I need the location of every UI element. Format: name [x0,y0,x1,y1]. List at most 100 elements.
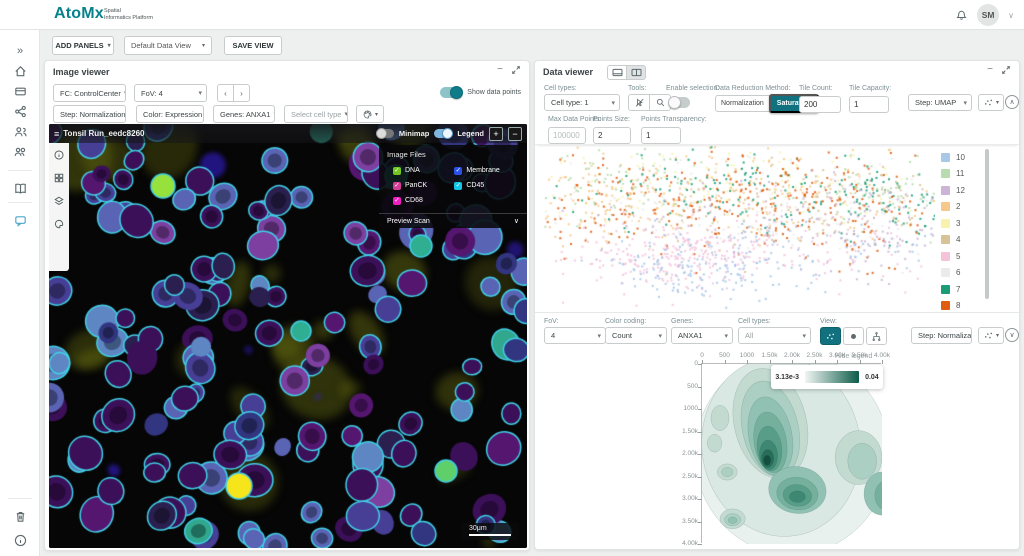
sidebar-item-home[interactable] [12,63,28,79]
palette-icon[interactable] [53,218,65,230]
sidebar-item-users[interactable] [12,123,28,139]
step-umap-select[interactable]: Step: UMAP ▾ [908,94,972,111]
data-view-select[interactable]: Default Data View ▾ [124,36,212,55]
scatter-points-canvas[interactable] [543,145,935,311]
fov-select[interactable]: FoV: 4 ▾ [134,84,207,102]
channel-label: Membrane [466,167,500,174]
sidebar-item-trash[interactable] [12,508,28,524]
tools-label: Tools: [628,85,647,92]
preview-scan-row[interactable]: Preview Scan ∨ [379,213,527,228]
legend-toggle[interactable] [434,128,454,139]
zoom-out-button[interactable]: − [508,126,522,141]
tile-capacity-input[interactable] [849,96,889,113]
sidebar-item-panels[interactable] [12,83,28,99]
density-view-button[interactable] [866,327,887,345]
channel-item[interactable]: ✓ PanCK [393,179,446,192]
plot-type-dropdown-button[interactable]: ▾ [978,94,1004,111]
split-view-toggle-button[interactable] [626,64,647,80]
data-viewer-controls: Cell types: Cell type: 1 ▾ Tools: Enable … [535,83,1019,145]
caret-down-icon: ▾ [124,89,125,97]
data-viewer-title: Data viewer [543,67,594,77]
legend-item[interactable]: 10 [941,149,965,166]
legend-item[interactable]: 6 [941,265,965,282]
sidebar-divider [8,202,32,203]
channel-item[interactable]: ✓ CD45 [454,179,519,192]
enable-selection-label: Enable selection: [666,85,720,92]
color-coding-select[interactable]: Count ▾ [605,327,667,344]
enable-selection-toggle[interactable] [668,96,690,109]
legend-item[interactable]: 8 [941,298,965,312]
genes-select[interactable]: Genes: ANXA1▾ [213,105,275,123]
step-select[interactable]: Step: Normalization▾ [53,105,126,123]
microscopy-image-canvas[interactable]: ≡ Tonsil Run_eedc8260 Minimap Legend + − [49,124,527,548]
show-data-points-toggle[interactable] [440,86,464,99]
channel-checkbox[interactable]: ✓ [393,166,401,175]
sidebar-expand-icon[interactable]: » [12,43,28,59]
next-fov-button[interactable]: › [233,84,250,102]
channel-checkbox[interactable]: ✓ [454,166,463,175]
legend-item[interactable]: 11 [941,166,965,183]
fc-select[interactable]: FC: ControlCenter▾ [53,84,126,102]
channel-item[interactable]: ✓ DNA [393,164,446,177]
expand-section-button[interactable]: ∨ [1005,328,1019,342]
canvas-drawer-icon[interactable]: ≡ [54,129,59,139]
legend-item[interactable]: 2 [941,199,965,216]
sidebar-item-feedback-chat[interactable] [12,212,28,228]
channel-checkbox[interactable]: ✓ [454,181,463,190]
channel-item[interactable]: ✓ Membrane [454,164,519,177]
max-data-points-input[interactable] [548,127,586,144]
collapse-controls-button[interactable]: ∧ [1005,95,1019,109]
expand-panel-icon[interactable] [511,65,521,75]
legend-item[interactable]: 5 [941,248,965,265]
info-icon[interactable] [53,149,65,161]
step-bottom-select[interactable]: Step: Normalizatio...▾ [911,327,972,344]
tile-count-input[interactable] [799,96,841,113]
plot-type-dropdown-button[interactable]: ▾ [978,327,1004,344]
add-panels-button[interactable]: ADD PANELS ▾ [52,36,114,55]
legend-label: 7 [956,284,961,294]
expand-panel-icon[interactable] [1001,65,1011,75]
minimize-panel-icon[interactable]: − [497,65,503,75]
sidebar-item-user-groups[interactable] [12,143,28,159]
channel-checkbox[interactable]: ✓ [393,181,401,190]
legend-scrollbar[interactable] [985,149,989,299]
minimize-panel-icon[interactable]: − [987,65,993,75]
channel-item[interactable]: ✓ CD68 [393,194,446,207]
points-size-input[interactable] [593,127,631,144]
cell-type-filter-select[interactable]: Cell type: 1 ▾ [544,94,620,111]
legend-item[interactable]: 12 [941,182,965,199]
single-view-toggle-button[interactable] [607,64,628,80]
umap-scatter-plot[interactable]: 10 11 12 2 3 4 5 6 7 8 [535,145,1019,311]
sidebar-item-info[interactable] [12,532,28,548]
sidebar-item-documentation[interactable] [12,180,28,196]
deselect-tool-button[interactable] [628,94,650,111]
color-select[interactable]: Color: Expression▾ [136,105,204,123]
user-avatar[interactable]: SM [977,4,1000,26]
genes-bottom-select[interactable]: ANXA1 ▾ [671,327,733,344]
normalization-option-button[interactable]: Normalization [715,95,770,112]
cell-types-bottom-select[interactable]: All ▾ [738,327,811,344]
prev-fov-button[interactable]: ‹ [217,84,234,102]
points-transparency-input[interactable] [641,127,681,144]
account-chevron-down-icon[interactable]: ∨ [1008,11,1014,20]
fov-bottom-select[interactable]: 4 ▾ [544,327,606,344]
sidebar-item-share[interactable] [12,103,28,119]
grid-view-icon[interactable] [53,172,65,184]
scatter-view-button[interactable] [820,327,841,345]
legend-item[interactable]: 4 [941,232,965,249]
density-contour-plot[interactable]: 0 500 1000 1.50k 2.00k 2.50k 3.00k 3.50k 4.00k 0 5… [682,352,890,547]
legend-item[interactable]: 7 [941,281,965,298]
layers-icon[interactable] [53,195,65,207]
save-view-button[interactable]: SAVE VIEW [224,36,282,55]
notifications-bell-icon[interactable] [955,9,968,22]
palette-options-button[interactable]: ▾ [356,105,384,123]
legend-item[interactable]: 3 [941,215,965,232]
run-title: Tonsil Run_eedc8260 [63,129,145,138]
minimap-toggle[interactable] [375,128,394,139]
contour-band [727,516,738,524]
hexbin-view-button[interactable] [843,327,864,345]
cell-type-select[interactable]: Select cell type ▾ [284,105,348,123]
channel-checkbox[interactable]: ✓ [393,196,401,205]
zoom-in-button[interactable]: + [489,126,503,141]
channel-label: CD68 [405,197,423,204]
